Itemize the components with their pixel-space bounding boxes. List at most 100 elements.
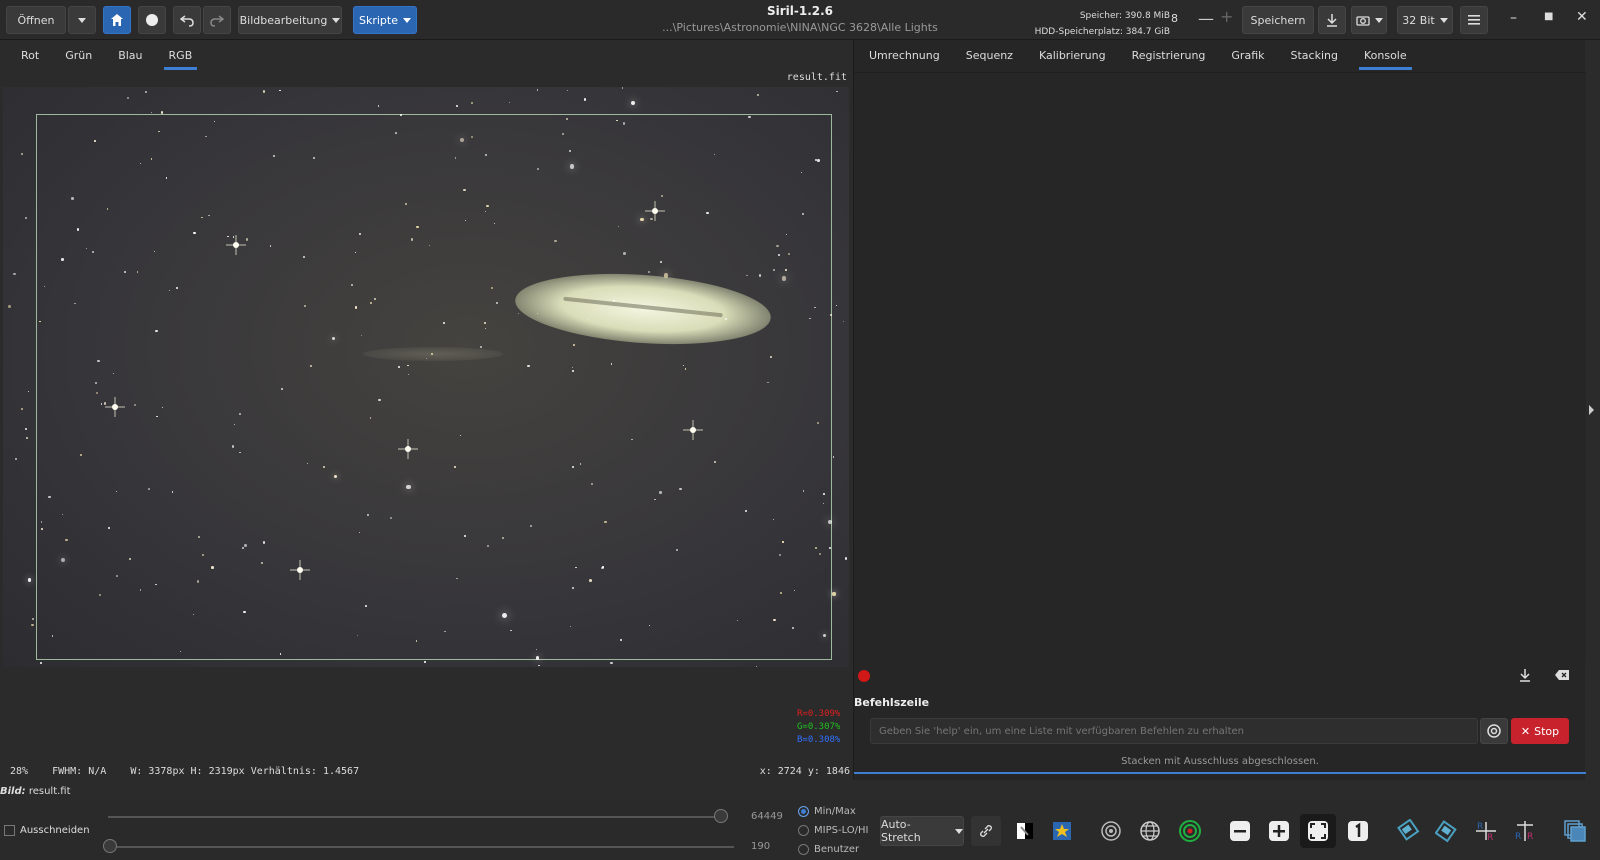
save-as-button[interactable] (1318, 6, 1346, 34)
open-button[interactable]: Öffnen (6, 6, 66, 34)
radio-mips[interactable]: MIPS-LO/HI (798, 821, 869, 840)
rotate-left-button[interactable] (1393, 816, 1423, 846)
close-icon[interactable]: ✕ (1576, 9, 1588, 25)
crop-label: Ausschneiden (20, 825, 90, 836)
star (24, 216, 28, 219)
tab-rgb[interactable]: RGB (156, 40, 206, 72)
tab-plot[interactable]: Grafik (1218, 40, 1277, 72)
scripts-menu[interactable]: Skripte (353, 6, 417, 34)
low-slider-handle[interactable] (103, 839, 117, 853)
radio-user[interactable]: Benutzer (798, 840, 869, 859)
radio-minmax[interactable]: Min/Max (798, 802, 869, 821)
star (610, 661, 613, 665)
low-value[interactable]: 190 (751, 841, 770, 852)
radio-minmax-label: Min/Max (814, 806, 856, 817)
zoom-100-button[interactable] (1343, 816, 1373, 846)
radio-icon (798, 825, 809, 836)
star (536, 312, 538, 315)
redo-button[interactable] (203, 6, 231, 34)
tab-console[interactable]: Konsole (1351, 40, 1420, 72)
minimize-icon[interactable]: – (1510, 10, 1517, 26)
stretch-mode-selector[interactable]: Auto-Stretch (880, 816, 964, 846)
star (537, 167, 539, 170)
star (471, 102, 473, 104)
star (7, 305, 11, 309)
color-mode-button[interactable] (1010, 816, 1040, 846)
channel-tabs: Rot Grün Blau RGB (8, 40, 205, 72)
undo-button[interactable] (173, 6, 201, 34)
zoom-fit-button[interactable] (1300, 814, 1336, 848)
false-color-button[interactable] (1047, 816, 1077, 846)
rotate-right-button[interactable] (1432, 816, 1462, 846)
bright-star (105, 397, 125, 417)
download-icon (1327, 14, 1337, 27)
plus-icon[interactable]: + (1220, 7, 1233, 26)
star (126, 96, 129, 99)
star (278, 89, 281, 92)
tab-blue[interactable]: Blau (105, 40, 155, 72)
star (71, 197, 74, 200)
mirror-x-button[interactable]: RR (1471, 816, 1501, 846)
target-button[interactable] (1175, 816, 1205, 846)
tab-stacking[interactable]: Stacking (1278, 40, 1351, 72)
star (400, 113, 402, 116)
star-color-icon (1053, 822, 1071, 840)
home-icon (111, 14, 123, 26)
mirror-y-button[interactable]: RR (1510, 816, 1540, 846)
threads-value[interactable]: 8 (1171, 12, 1178, 25)
image-canvas[interactable] (3, 87, 849, 667)
open-button-label: Öffnen (17, 13, 55, 27)
minus-icon[interactable]: — (1198, 9, 1214, 28)
image-name: result.fit (28, 786, 71, 797)
star (785, 233, 787, 235)
high-value[interactable]: 64449 (751, 811, 783, 822)
command-input[interactable] (870, 718, 1478, 744)
bitdepth-selector[interactable]: 32 Bit (1397, 6, 1453, 34)
panel-toggle-icon[interactable] (1589, 405, 1594, 415)
star (801, 212, 804, 215)
star (486, 204, 489, 208)
image-stack-button[interactable] (1560, 816, 1590, 846)
star (128, 557, 131, 561)
low-slider-track[interactable] (108, 846, 734, 848)
tab-calibration[interactable]: Kalibrierung (1026, 40, 1119, 72)
console-log[interactable] (854, 72, 1586, 659)
snapshot-button[interactable] (1351, 6, 1387, 34)
high-slider-track[interactable] (108, 816, 726, 818)
star (788, 252, 790, 255)
selection-rectangle[interactable] (36, 114, 832, 660)
clear-log-button[interactable] (1554, 668, 1570, 685)
zoom-in-button[interactable] (1264, 816, 1294, 846)
star (27, 578, 32, 582)
save-button[interactable]: Speichern (1242, 6, 1314, 34)
high-slider-handle[interactable] (714, 809, 728, 823)
tab-registration[interactable]: Registrierung (1119, 40, 1219, 72)
link-channels-button[interactable] (971, 816, 1001, 846)
star (756, 665, 758, 667)
crop-checkbox[interactable]: Ausschneiden (4, 825, 90, 836)
star (407, 364, 409, 367)
tab-conversion[interactable]: Umrechnung (856, 40, 953, 72)
command-help-button[interactable] (1480, 718, 1508, 744)
tab-red[interactable]: Rot (8, 40, 52, 72)
maximize-icon[interactable]: ■ (1544, 11, 1553, 22)
tab-green[interactable]: Grün (52, 40, 105, 72)
recent-files-dropdown[interactable] (68, 6, 96, 34)
right-panel: Umrechnung Sequenz Kalibrierung Registri… (853, 40, 1586, 780)
star (835, 90, 838, 93)
star (463, 188, 466, 191)
stop-button[interactable]: ✕ Stop (1511, 718, 1569, 744)
save-log-button[interactable] (1518, 668, 1532, 685)
main-menu-button[interactable] (1460, 6, 1488, 34)
home-button[interactable] (103, 6, 131, 34)
image-processing-menu[interactable]: Bildbearbeitung (238, 6, 342, 34)
zoom-out-button[interactable] (1225, 816, 1255, 846)
star (24, 427, 27, 430)
hamburger-icon (1468, 15, 1480, 25)
tab-sequence[interactable]: Sequenz (953, 40, 1026, 72)
star (454, 465, 456, 468)
livestack-button[interactable] (138, 6, 166, 34)
astrometry-button[interactable] (1135, 816, 1165, 846)
photometry-button[interactable] (1096, 816, 1126, 846)
pixel-values: R=0.309% G=0.307% B=0.308% (797, 708, 840, 747)
